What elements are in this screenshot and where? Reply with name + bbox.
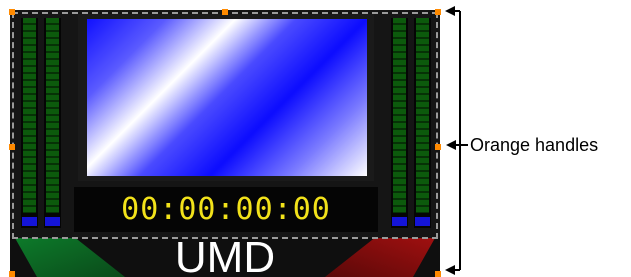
meter-clip-indicator	[22, 217, 37, 226]
meter-clip-indicator	[45, 217, 60, 226]
audio-meter-left-2	[44, 18, 61, 228]
video-preview	[78, 14, 374, 181]
umd-label: UMD	[174, 238, 276, 277]
arrow-icon	[446, 140, 468, 150]
resize-handle-left[interactable]	[9, 144, 15, 150]
audio-meter-right-1	[391, 18, 408, 228]
audio-meter-right-2	[414, 18, 431, 228]
meter-clip-indicator	[392, 217, 407, 226]
umd-bar: UMD	[10, 238, 440, 277]
video-image	[87, 19, 367, 176]
audio-meter-left-1	[21, 18, 38, 228]
resize-handle-bottom-right[interactable]	[435, 271, 441, 277]
timecode-text: 00:00:00:00	[121, 192, 331, 227]
resize-handle-top[interactable]	[222, 9, 228, 15]
arrow-icon	[445, 265, 455, 275]
meter-clip-indicator	[415, 217, 430, 226]
annotation-label: Orange handles	[470, 135, 599, 155]
resize-handle-right[interactable]	[435, 144, 441, 150]
resize-handle-top-right[interactable]	[435, 9, 441, 15]
resize-handle-top-left[interactable]	[9, 9, 15, 15]
arrow-icon	[445, 6, 455, 16]
timecode-display: 00:00:00:00	[74, 187, 378, 232]
resize-handle-bottom-left[interactable]	[9, 271, 15, 277]
